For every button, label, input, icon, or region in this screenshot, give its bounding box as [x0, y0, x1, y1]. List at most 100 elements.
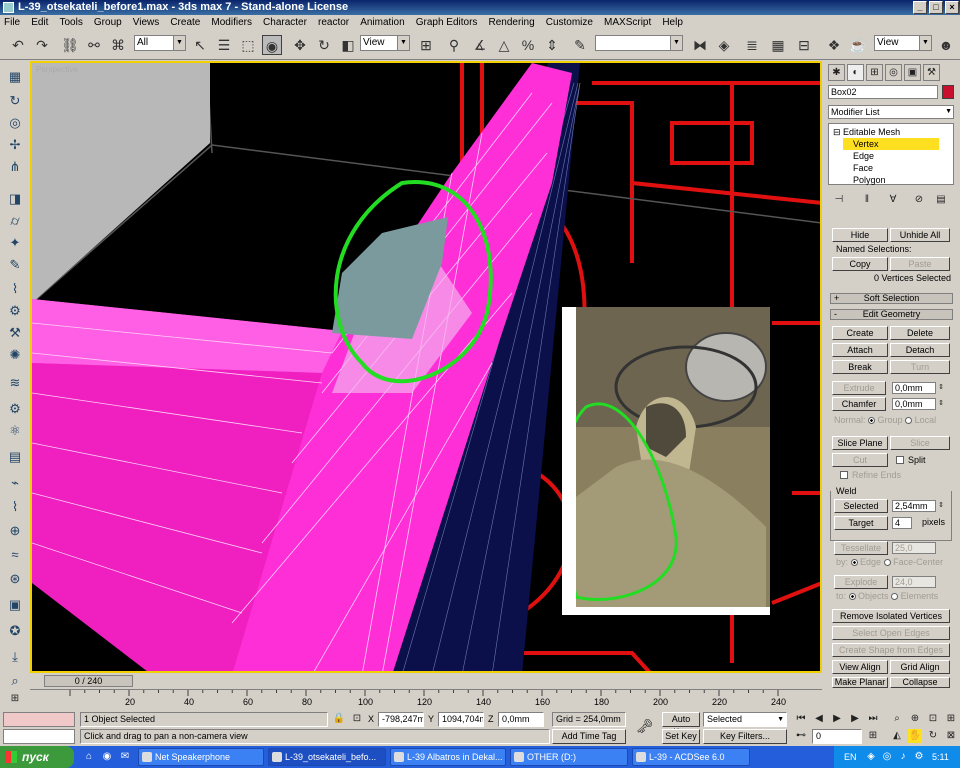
menu-help[interactable]: Help: [658, 15, 687, 30]
task-acdsee[interactable]: L-39 - ACDSee 6.0: [632, 748, 750, 766]
particle-icon[interactable]: ✺: [5, 345, 25, 365]
menu-modifiers[interactable]: Modifiers: [207, 15, 256, 30]
key-mode-dropdown[interactable]: Selected ▼: [703, 712, 787, 727]
rotate-view-icon[interactable]: ↻: [5, 91, 25, 111]
snap-toggle-icon[interactable]: ∡: [470, 35, 490, 55]
space-warp-icon[interactable]: ≋: [5, 373, 25, 393]
weld-target-pixels-field[interactable]: 4: [892, 517, 912, 529]
align-icon[interactable]: ◈: [714, 35, 734, 55]
set-key-button[interactable]: Set Key: [662, 729, 700, 744]
create-shape-from-edges-button[interactable]: Create Shape from Edges: [832, 643, 950, 657]
remove-isolated-vertices-button[interactable]: Remove Isolated Vertices: [832, 609, 950, 623]
render-type-dropdown[interactable]: View ▼: [874, 35, 932, 51]
tray-icon[interactable]: ◈: [864, 750, 878, 764]
unlink-icon[interactable]: ⚯: [84, 35, 104, 55]
make-unique-icon[interactable]: ∀: [886, 193, 900, 207]
previous-frame-icon[interactable]: ◀: [812, 712, 826, 726]
menu-animation[interactable]: Animation: [356, 15, 408, 30]
menu-views[interactable]: Views: [129, 15, 164, 30]
key-mode-toggle-icon[interactable]: ⊷: [794, 729, 808, 743]
tray-icon[interactable]: ♪: [896, 750, 910, 764]
mirror-icon[interactable]: ⧓: [690, 35, 710, 55]
export-icon[interactable]: ⤓: [5, 647, 25, 667]
detach-button[interactable]: Detach: [890, 343, 950, 357]
menu-create[interactable]: Create: [166, 15, 204, 30]
pivot-center-icon[interactable]: ⊞: [416, 35, 436, 55]
refine-ends-checkbox[interactable]: [840, 471, 848, 479]
selection-filter-dropdown[interactable]: All ▼: [134, 35, 186, 51]
stack-root[interactable]: ⊟ Editable Mesh: [833, 126, 900, 138]
task-l39-dekal[interactable]: L-39 Albatros in Dekal...: [390, 748, 506, 766]
menu-maxscript[interactable]: MAXScript: [600, 15, 655, 30]
slice-button[interactable]: Slice: [890, 436, 950, 450]
wind-icon[interactable]: ≈: [5, 545, 25, 565]
spinner-snap-icon[interactable]: ⇕: [542, 35, 562, 55]
copy-button[interactable]: Copy: [832, 257, 888, 271]
menu-tools[interactable]: Tools: [55, 15, 86, 30]
weld-threshold-field[interactable]: 2,54mm: [892, 500, 936, 512]
chamfer-button[interactable]: Chamfer: [832, 397, 886, 411]
grid-icon[interactable]: ▦: [5, 67, 25, 87]
face-center-radio[interactable]: [883, 559, 891, 567]
pin-stack-icon[interactable]: ⊣: [832, 193, 846, 207]
cut-button[interactable]: Cut: [832, 453, 888, 467]
viewport-label[interactable]: Perspective: [36, 65, 78, 74]
hierarchy-tab-icon[interactable]: ⊞: [866, 64, 883, 81]
extrude-amount-field[interactable]: 0,0mm: [892, 382, 936, 394]
undo-icon[interactable]: ↶: [8, 35, 28, 55]
angle-snap-icon[interactable]: △: [494, 35, 514, 55]
menu-reactor[interactable]: reactor: [314, 15, 353, 30]
quick-render-icon[interactable]: ☻: [936, 35, 956, 55]
arc-rotate-icon[interactable]: ↻: [926, 729, 940, 743]
play-icon[interactable]: ▶: [830, 712, 844, 726]
render-scene-icon[interactable]: ☕: [848, 35, 868, 55]
weld-selected-button[interactable]: Selected: [834, 499, 888, 513]
menu-rendering[interactable]: Rendering: [485, 15, 539, 30]
tessellate-button[interactable]: Tessellate: [834, 541, 888, 555]
soft-selection-rollout[interactable]: + Soft Selection: [830, 293, 953, 304]
slice-plane-button[interactable]: Slice Plane: [832, 436, 888, 450]
collapse-button[interactable]: Collapse: [890, 677, 950, 688]
track-bar[interactable]: 20 40 60 80 100 120 140 160 180 200 220 …: [30, 689, 822, 709]
reactor-icon[interactable]: ⚛: [5, 421, 25, 441]
objects-radio[interactable]: [848, 593, 856, 601]
material-editor-icon[interactable]: ❖: [824, 35, 844, 55]
select-manipulate-icon[interactable]: ⚲: [444, 35, 464, 55]
tray-icon[interactable]: ⚙: [912, 750, 926, 764]
pan-hand-icon[interactable]: ✋: [908, 729, 922, 743]
unhide-all-button[interactable]: Unhide All: [890, 228, 950, 242]
remove-modifier-icon[interactable]: ⊘: [912, 193, 926, 207]
edge-radio[interactable]: [850, 559, 858, 567]
edit-named-selection-icon[interactable]: ✎: [570, 35, 590, 55]
light-icon[interactable]: ✦: [5, 233, 25, 253]
split-checkbox[interactable]: [896, 456, 904, 464]
spinner-arrows-icon[interactable]: ⇕: [936, 381, 946, 395]
show-end-result-icon[interactable]: ‖: [860, 193, 874, 207]
menu-group[interactable]: Group: [90, 15, 126, 30]
modifier-stack[interactable]: ⊟ Editable Mesh Vertex Edge Face Polygon: [828, 123, 954, 185]
motion-tab-icon[interactable]: ◎: [885, 64, 902, 81]
spinner-arrows-icon[interactable]: ⇕: [936, 499, 946, 513]
menu-edit[interactable]: Edit: [27, 15, 52, 30]
bone-icon[interactable]: ⌇: [5, 279, 25, 299]
grid-align-button[interactable]: Grid Align: [890, 660, 950, 674]
absolute-mode-icon[interactable]: ⊡: [350, 712, 364, 726]
torus-icon[interactable]: ◎: [5, 113, 25, 133]
select-open-edges-button[interactable]: Select Open Edges: [832, 626, 950, 640]
language-indicator[interactable]: EN: [844, 746, 857, 768]
select-object-icon[interactable]: ↖: [190, 35, 210, 55]
constraint-icon[interactable]: ⊕: [5, 521, 25, 541]
bind-space-warp-icon[interactable]: ⌘: [108, 35, 128, 55]
maximize-button[interactable]: □: [929, 1, 943, 14]
trackbar-filter-icon[interactable]: ⊞: [8, 692, 22, 706]
spring-icon[interactable]: ⌇: [5, 497, 25, 517]
hide-button[interactable]: Hide: [832, 228, 888, 242]
current-frame-field[interactable]: 0: [812, 729, 862, 744]
minimize-button[interactable]: _: [913, 1, 927, 14]
gear-icon[interactable]: ⚙: [5, 301, 25, 321]
select-scale-icon[interactable]: ◧: [338, 35, 358, 55]
quick-launch-icon[interactable]: ◉: [100, 750, 114, 764]
perspective-viewport[interactable]: Perspective: [30, 61, 822, 673]
menu-file[interactable]: File: [0, 15, 24, 30]
tray-icon[interactable]: ◎: [880, 750, 894, 764]
